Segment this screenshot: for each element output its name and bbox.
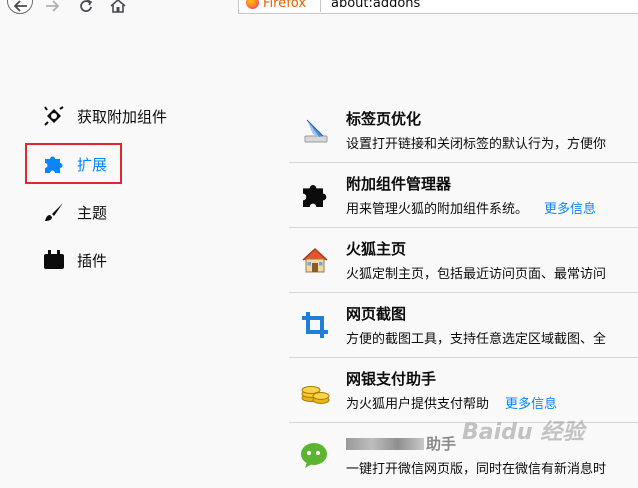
sidebar-item-label: 获取附加组件 (77, 107, 168, 126)
highlight-annotation-box (25, 143, 122, 184)
home-icon (110, 0, 126, 13)
forward-arrow-icon (46, 0, 59, 12)
addon-item[interactable]: 火狐主页 火狐定制主页，包括最近访问页面、最常访问 (289, 228, 638, 293)
sidebar-item-plugins[interactable]: 插件 (42, 246, 107, 274)
addon-description-text: 方便的截图工具，支持任意选定区域截图、全 (346, 332, 607, 347)
addon-name: 附加组件管理器 (346, 175, 452, 193)
coins-icon (299, 374, 331, 406)
addon-name: 网银支付助手 (346, 370, 437, 388)
house-icon (299, 244, 331, 276)
more-info-link[interactable]: 更多信息 (505, 397, 557, 412)
sidebar-item-label: 主题 (77, 203, 108, 222)
addon-description: 一键打开微信网页版，同时在微信有新消息时 (346, 458, 606, 477)
wechat-icon (299, 439, 331, 471)
reload-button[interactable] (74, 0, 98, 16)
addon-description-text: 一键打开微信网页版，同时在微信有新消息时 (346, 462, 607, 477)
addon-description: 为火狐用户提供支付帮助 更多信息 (346, 393, 557, 412)
addon-description-text: 火狐定制主页，包括最近访问页面、最常访问 (346, 267, 607, 282)
addon-item[interactable]: 附加组件管理器 用来管理火狐的附加组件系统。 更多信息 (289, 163, 638, 228)
addon-description: 方便的截图工具，支持任意选定区域截图、全 (346, 328, 606, 347)
identity-label: Firefox (263, 0, 307, 11)
firefox-logo-icon (246, 0, 259, 9)
addon-description: 设置打开链接和关闭标签的默认行为，方便你 (346, 133, 606, 152)
addon-description-text: 设置打开链接和关闭标签的默认行为，方便你 (346, 137, 607, 152)
quill-icon (299, 114, 331, 146)
addon-description: 用来管理火狐的附加组件系统。 更多信息 (346, 198, 596, 217)
brush-icon (42, 200, 66, 224)
addon-name: 助手 (346, 433, 456, 454)
back-arrow-icon (14, 0, 27, 12)
more-info-link[interactable]: 更多信息 (544, 202, 596, 217)
sidebar-item-label: 插件 (77, 251, 108, 270)
url-text[interactable]: about:addons (331, 0, 420, 11)
baidu-watermark: Baidu 经验 (462, 420, 585, 445)
plugin-icon (42, 248, 66, 272)
sparkle-puzzle-icon (42, 104, 66, 128)
addon-name-text: 助手 (426, 435, 457, 453)
addon-name: 标签页优化 (346, 110, 422, 128)
url-separator (320, 0, 321, 12)
addon-item[interactable]: 标签页优化 设置打开链接和关闭标签的默认行为，方便你 (289, 98, 638, 163)
blurred-name-redaction (346, 438, 424, 450)
puzzle-icon (299, 179, 331, 211)
addon-name: 火狐主页 (346, 240, 407, 258)
sidebar-item-get-addons[interactable]: 获取附加组件 (42, 102, 167, 130)
home-button[interactable] (106, 0, 130, 16)
addon-description-text: 用来管理火狐的附加组件系统。 (346, 202, 529, 217)
addon-item[interactable]: 网页截图 方便的截图工具，支持任意选定区域截图、全 (289, 293, 638, 358)
back-button[interactable] (7, 0, 33, 16)
browser-toolbar: Firefox about:addons (0, 0, 638, 16)
identity-box[interactable]: Firefox (246, 0, 306, 11)
reload-icon (80, 0, 93, 12)
crop-icon (299, 309, 331, 341)
addon-description-text: 为火狐用户提供支付帮助 (346, 397, 490, 412)
sidebar-item-themes[interactable]: 主题 (42, 198, 107, 226)
forward-button[interactable] (40, 0, 64, 16)
addon-description: 火狐定制主页，包括最近访问页面、最常访问 (346, 263, 606, 282)
addon-name: 网页截图 (346, 305, 407, 323)
